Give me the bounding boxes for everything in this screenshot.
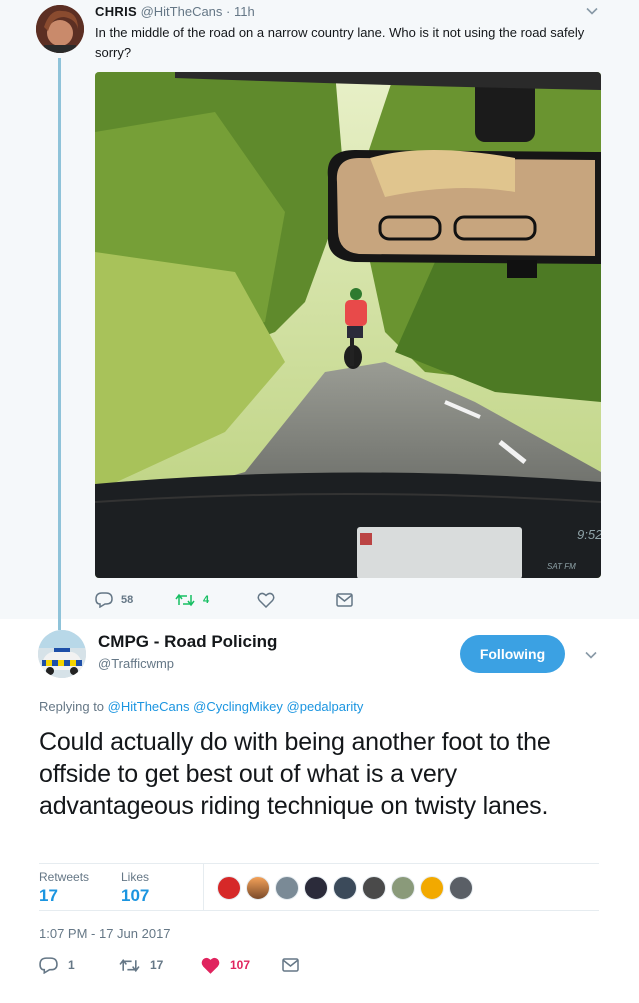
parent-tweet-time[interactable]: 11h	[234, 4, 255, 19]
main-author-avatar[interactable]	[38, 630, 86, 678]
message-icon	[336, 593, 353, 607]
like-button[interactable]: 107	[201, 955, 250, 975]
main-tweet-actions: 1 17 107	[39, 955, 339, 977]
parent-author-handle[interactable]: @HitTheCans	[141, 4, 223, 19]
liker-avatar[interactable]	[391, 876, 415, 900]
likes-stat[interactable]: Likes 107	[121, 870, 149, 906]
main-author-name[interactable]: CMPG - Road Policing	[98, 632, 277, 652]
liker-avatar[interactable]	[449, 876, 473, 900]
like-count: 107	[230, 958, 251, 972]
retweets-label: Retweets	[39, 870, 90, 884]
replying-prefix: Replying to	[39, 699, 105, 714]
main-author-handle[interactable]: @Trafficwmp	[98, 656, 174, 672]
retweets-stat[interactable]: Retweets 17	[39, 870, 89, 906]
reply-mention-hitthecans[interactable]: @HitTheCans	[108, 699, 190, 714]
parent-author-name[interactable]: CHRIS	[95, 4, 137, 19]
like-button[interactable]	[257, 590, 275, 610]
tweet-timestamp[interactable]: 1:07 PM - 17 Jun 2017	[39, 926, 171, 942]
parent-tweet-text: In the middle of the road on a narrow co…	[95, 25, 585, 60]
liker-avatars	[217, 876, 478, 900]
chevron-down-icon[interactable]	[585, 4, 599, 18]
retweet-icon	[175, 593, 195, 607]
reply-count: 58	[121, 594, 134, 606]
liker-avatar[interactable]	[420, 876, 444, 900]
retweet-count: 4	[203, 594, 210, 606]
chevron-down-icon[interactable]	[584, 648, 598, 662]
liker-avatar[interactable]	[246, 876, 270, 900]
retweet-button[interactable]: 17	[119, 955, 163, 975]
message-button[interactable]	[282, 955, 299, 975]
header-separator: ·	[226, 4, 231, 19]
reply-button[interactable]: 1	[39, 955, 75, 975]
liker-avatar[interactable]	[304, 876, 328, 900]
retweet-button[interactable]: 4	[175, 590, 209, 610]
retweets-value: 17	[39, 886, 58, 905]
likes-value: 107	[121, 886, 150, 905]
retweet-icon	[119, 958, 140, 973]
like-icon	[201, 957, 220, 974]
reply-icon	[95, 592, 113, 608]
liker-avatar[interactable]	[362, 876, 386, 900]
reply-icon	[39, 956, 58, 974]
following-button[interactable]: Following	[460, 635, 565, 673]
reply-button[interactable]: 58	[95, 590, 133, 610]
parent-tweet-header: CHRIS @HitTheCans · 11h	[95, 4, 255, 20]
dashboard-clock: 9:52	[577, 527, 601, 542]
stats-divider	[203, 864, 204, 910]
reply-mention-pedalparity[interactable]: @pedalparity	[287, 699, 364, 714]
retweet-count: 17	[150, 958, 164, 972]
message-button[interactable]	[336, 590, 353, 610]
reply-mention-cyclingmikey[interactable]: @CyclingMikey	[193, 699, 283, 714]
liker-avatar[interactable]	[217, 876, 241, 900]
main-tweet-text: Could actually do with being another foo…	[39, 728, 551, 820]
likes-label: Likes	[121, 870, 150, 884]
reply-count: 1	[68, 958, 75, 972]
message-icon	[282, 958, 299, 972]
parent-tweet[interactable]: CHRIS @HitTheCans · 11h In the middle of…	[0, 0, 639, 630]
parent-tweet-actions: 58 4	[95, 590, 395, 610]
dashboard-date: SAT FM	[547, 562, 576, 571]
parent-author-avatar[interactable]	[36, 5, 84, 53]
like-icon	[257, 592, 275, 608]
liker-avatar[interactable]	[275, 876, 299, 900]
tweet-stats: Retweets 17 Likes 107	[39, 863, 599, 911]
tweet-photo[interactable]: 9:52 SAT FM	[95, 72, 601, 578]
liker-avatar[interactable]	[333, 876, 357, 900]
replying-to: Replying to @HitTheCans @CyclingMikey @p…	[39, 699, 363, 715]
thread-line	[58, 58, 61, 630]
